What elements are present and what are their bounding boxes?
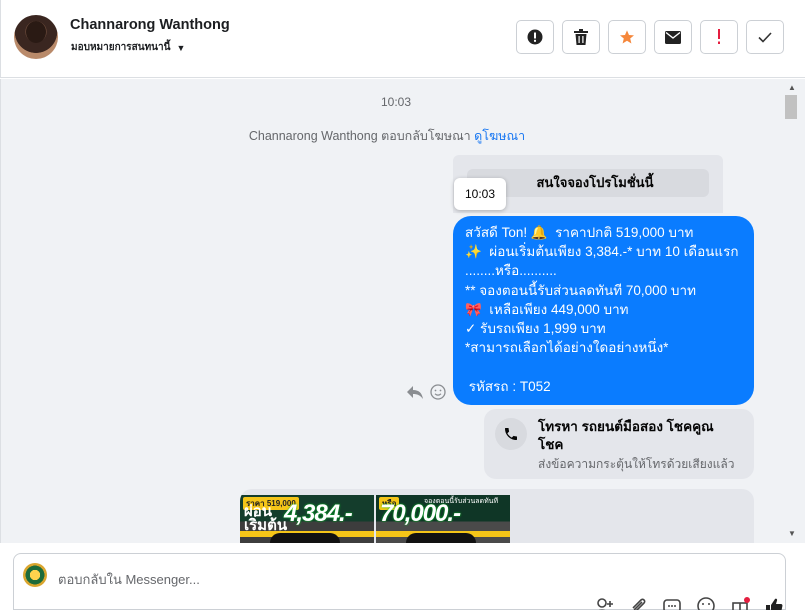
thumbs-up-icon[interactable]	[764, 596, 784, 610]
scroll-down-icon[interactable]: ▼	[788, 529, 796, 538]
trash-icon	[574, 29, 588, 45]
call-card-subtitle: ส่งข้อความกระตุ้นให้โทรด้วยเสียงแล้ว	[538, 457, 735, 471]
promo-image[interactable]: หรือ จองตอนนี้รับส่วนลดทันที 70,000.-	[376, 495, 510, 543]
attachment-icon[interactable]	[628, 596, 648, 610]
message-line: ** จองตอนนี้รับส่วนลดทันที 70,000 บาท	[465, 282, 696, 298]
assign-label: มอบหมายการสนทนานี้	[71, 42, 171, 53]
message-timestamp: 10:03	[380, 95, 412, 109]
conversation-header: Channarong Wanthong มอบหมายการสนทนานี้ ▼	[0, 0, 805, 78]
promo-image[interactable]: ราคา 519,000 ผ่อน เริ่มต้น 4,384.-	[240, 495, 374, 543]
header-actions	[516, 20, 784, 54]
ad-reply-text: Channarong Wanthong ตอบกลับโฆษณา	[248, 129, 471, 143]
message-line: ✨ ผ่อนเริ่มต้นเพียง 3,384.-* บาท 10 เดือ…	[465, 244, 739, 260]
star-icon	[620, 30, 634, 44]
message-line: สวัสดี Ton! 🔔 ราคาปกติ 519,000 บาท	[465, 225, 694, 240]
promo-image-card[interactable]: ราคา 519,000 ผ่อน เริ่มต้น 4,384.- หรือ …	[240, 489, 754, 543]
promo-prefix: ผ่อน เริ่มต้น	[244, 503, 288, 534]
envelope-icon	[665, 30, 681, 44]
saved-replies-icon[interactable]	[662, 596, 682, 610]
promo-value: 4,384.-	[284, 500, 353, 527]
conversation-scrollbar[interactable]: ▲ ▼	[782, 79, 805, 543]
add-contact-icon[interactable]	[594, 596, 614, 610]
scroll-up-icon[interactable]: ▲	[788, 83, 796, 92]
phone-icon	[495, 418, 527, 450]
report-button[interactable]	[516, 20, 554, 54]
composer-tools	[594, 596, 784, 610]
delete-button[interactable]	[562, 20, 600, 54]
outgoing-message-bubble[interactable]: สวัสดี Ton! 🔔 ราคาปกติ 519,000 บาท ✨ ผ่อ…	[453, 216, 754, 405]
alert-circle-icon	[527, 29, 543, 45]
promo-car-shape	[270, 533, 340, 543]
gift-icon[interactable]	[730, 596, 750, 610]
emoji-react-icon[interactable]	[430, 384, 446, 400]
message-line: ✓ รับรถเพียง 1,999 บาท	[465, 321, 606, 337]
time-tooltip: 10:03	[454, 178, 506, 210]
contact-avatar[interactable]	[14, 15, 58, 59]
reply-icon[interactable]	[406, 384, 424, 400]
mark-unread-button[interactable]	[654, 20, 692, 54]
caret-down-icon: ▼	[176, 42, 186, 53]
conversation-thread[interactable]: 10:03 Channarong Wanthong ตอบกลับโฆษณา ด…	[0, 79, 805, 543]
emoji-icon[interactable]	[696, 596, 716, 610]
message-composer: ตอบกลับใน Messenger...	[13, 553, 786, 610]
message-line: ........หรือ..........	[465, 263, 557, 279]
spam-button[interactable]	[700, 20, 738, 54]
promo-car-shape	[406, 533, 476, 543]
scroll-thumb[interactable]	[785, 95, 797, 119]
message-actions	[406, 384, 446, 400]
exclamation-icon	[718, 29, 720, 44]
call-cta-card[interactable]: โทรหา รถยนต์มือสอง โชคคูณโชค ส่งข้อความก…	[484, 409, 754, 479]
view-ad-link[interactable]: ดูโฆษณา	[474, 129, 525, 143]
message-line: รหัสรถ : T052	[465, 378, 551, 394]
message-line: 🎀 เหลือเพียง 449,000 บาท	[465, 301, 629, 317]
promo-value: 70,000.-	[380, 500, 461, 527]
check-icon	[758, 31, 772, 43]
assign-conversation-dropdown[interactable]: มอบหมายการสนทนานี้ ▼	[71, 40, 185, 55]
contact-name[interactable]: Channarong Wanthong	[70, 17, 230, 33]
page-avatar	[23, 563, 47, 587]
reply-input[interactable]: ตอบกลับใน Messenger...	[58, 569, 200, 590]
call-card-title: โทรหา รถยนต์มือสอง โชคคูณโชค	[538, 419, 714, 452]
star-button[interactable]	[608, 20, 646, 54]
done-button[interactable]	[746, 20, 784, 54]
message-line: *สามารถเลือกได้อย่างใดอย่างหนึ่ง*	[465, 340, 669, 356]
ad-reply-note: Channarong Wanthong ตอบกลับโฆษณา ดูโฆษณา	[1, 126, 773, 146]
